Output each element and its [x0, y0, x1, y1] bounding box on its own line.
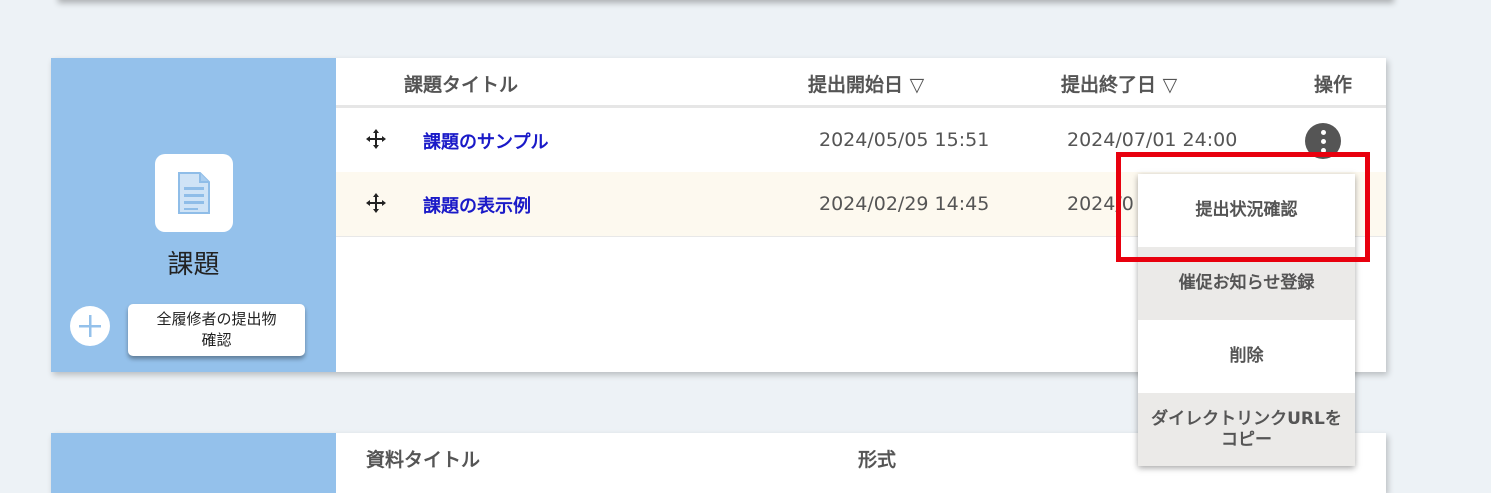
end-date: 2024/07/01 24:00 — [1067, 129, 1238, 151]
section-label: 課題 — [167, 250, 220, 280]
materials-sidebar — [51, 433, 336, 493]
menu-item-label: 催促お知らせ登録 — [1178, 273, 1315, 293]
column-header-format: 形式 — [858, 449, 897, 471]
column-header-actions: 操作 — [1314, 74, 1353, 96]
column-header-start-date[interactable]: 提出開始日 ▽ — [808, 70, 924, 97]
assignments-sidebar: 課題 全履修者の提出物 確認 — [51, 58, 336, 372]
move-icon[interactable] — [365, 192, 387, 214]
move-icon[interactable] — [365, 128, 387, 150]
column-header-end-date[interactable]: 提出終了日 ▽ — [1061, 70, 1177, 97]
menu-item-delete[interactable]: 削除 — [1138, 320, 1355, 393]
start-date: 2024/05/05 15:51 — [819, 129, 990, 151]
highlight-box — [1116, 152, 1370, 262]
document-icon — [155, 154, 233, 232]
menu-item-label: 削除 — [1229, 346, 1264, 366]
assignment-title-link[interactable]: 課題のサンプル — [423, 128, 548, 154]
menu-item-label-line1: ダイレクトリンクURLを — [1151, 408, 1342, 429]
column-header-material-title: 資料タイトル — [366, 449, 481, 471]
plus-icon[interactable] — [70, 306, 110, 346]
assignment-title-link[interactable]: 課題の表示例 — [423, 192, 531, 218]
menu-item-copy-direct-link[interactable]: ダイレクトリンクURLを コピー — [1138, 393, 1355, 466]
view-all-submissions-button[interactable]: 全履修者の提出物 確認 — [128, 304, 305, 356]
column-header-title: 課題タイトル — [404, 74, 519, 96]
button-label-line1: 全履修者の提出物 — [156, 310, 277, 328]
button-label-line2: 確認 — [201, 331, 232, 349]
menu-item-label-line2: コピー — [1220, 429, 1272, 450]
start-date: 2024/02/29 14:45 — [819, 193, 990, 215]
